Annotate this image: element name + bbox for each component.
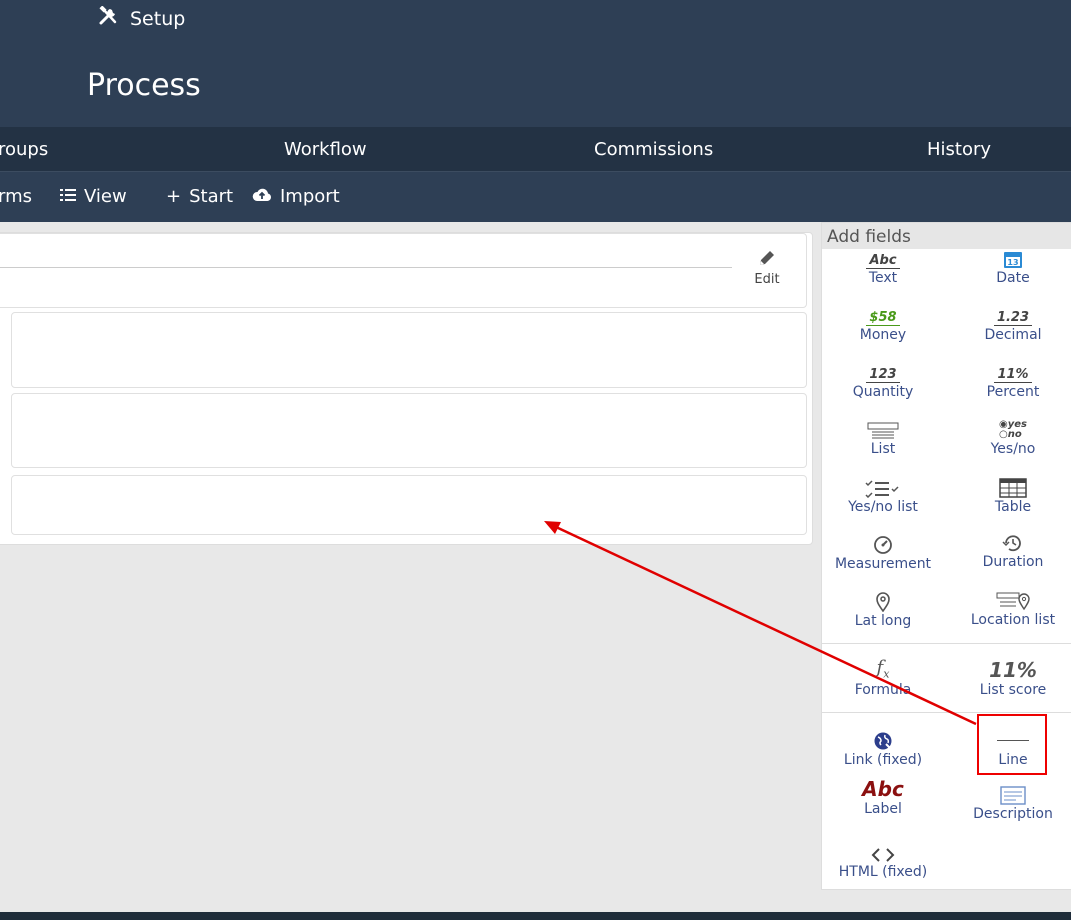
field-list-score[interactable]: 11% List score [953,657,1071,698]
form-row[interactable] [11,312,807,388]
table-icon [953,474,1071,498]
tab-history[interactable]: History [927,139,991,160]
text-abc-icon: Abc [823,245,943,269]
label-abc-icon: Abc [862,777,904,801]
field-yes-no-list[interactable]: Yes/no list [823,474,943,515]
panel-divider [822,643,1071,644]
top-header: Setup Process [0,0,1071,127]
money-icon: $58 [823,302,943,326]
formula-icon: fx [876,657,890,681]
decimal-icon: 1.23 [953,302,1071,326]
view-label: View [84,186,127,207]
view-button[interactable]: View [60,186,127,207]
list-view-icon [60,186,76,207]
list-icon [823,416,943,440]
pencil-icon [750,248,784,272]
field-decimal[interactable]: 1.23 Decimal [953,302,1071,344]
location-list-icon [953,587,1071,611]
field-description[interactable]: Description [953,781,1071,822]
annotation-highlight-box [977,714,1047,775]
code-icon [823,839,943,863]
list-score-icon: 11% [989,658,1037,682]
form-row[interactable] [11,393,807,468]
toolbar: rms View + Start Import [0,172,1071,222]
form-canvas: Edit [0,232,813,545]
field-list[interactable]: List [823,416,943,457]
tab-workflow[interactable]: Workflow [284,139,367,160]
field-text[interactable]: Abc Text [823,245,943,286]
tab-groups[interactable]: roups [0,139,48,160]
field-measurement[interactable]: Measurement [823,531,943,572]
import-button[interactable]: Import [252,186,340,207]
form-title-underline [0,267,732,268]
field-duration[interactable]: Duration [953,529,1071,570]
field-link-fixed[interactable]: Link (fixed) [823,727,943,768]
add-fields-panel: Add fields Abc Text 13 Date $58 Money 1.… [821,222,1071,890]
calendar-icon: 13 [953,245,1071,269]
form-header-box[interactable]: Edit [0,233,807,308]
field-html-fixed[interactable]: HTML (fixed) [823,839,943,880]
field-quantity[interactable]: 123 Quantity [823,359,943,401]
field-formula[interactable]: fx Formula [823,657,943,698]
edit-label: Edit [754,272,780,287]
forms-label: rms [0,186,32,207]
forms-button[interactable]: rms [0,186,32,207]
setup-label: Setup [130,7,186,30]
tab-commissions[interactable]: Commissions [594,139,713,160]
tools-icon [98,5,120,31]
main-tabs: roups Workflow Commissions History [0,127,1071,172]
gauge-icon [823,531,943,555]
percent-icon: 11% [953,359,1071,383]
plus-icon: + [166,186,182,207]
description-icon [953,781,1071,805]
yes-no-icon: ◉yes ○no [999,419,1027,440]
panel-divider [822,712,1071,713]
field-label[interactable]: Abc Label [823,776,943,817]
svg-text:13: 13 [1007,258,1018,267]
yes-no-list-icon [823,474,943,498]
edit-button[interactable]: Edit [750,248,784,287]
field-percent[interactable]: 11% Percent [953,359,1071,401]
field-location-list[interactable]: Location list [953,587,1071,628]
field-yes-no[interactable]: ◉yes ○no Yes/no [953,416,1071,458]
cloud-upload-icon [252,186,272,207]
start-label: Start [189,186,234,207]
field-lat-long[interactable]: Lat long [823,588,943,629]
field-date[interactable]: 13 Date [953,245,1071,286]
page-title: Process [87,68,201,103]
form-row[interactable] [11,475,807,535]
field-money[interactable]: $58 Money [823,302,943,344]
globe-link-icon [823,727,943,751]
import-label: Import [280,186,340,207]
start-button[interactable]: + Start [166,186,233,207]
setup-link[interactable]: Setup [98,5,186,31]
quantity-icon: 123 [823,359,943,383]
map-pin-icon [823,588,943,612]
clock-icon [953,529,1071,553]
taskbar-strip [0,912,1071,920]
field-table[interactable]: Table [953,474,1071,515]
